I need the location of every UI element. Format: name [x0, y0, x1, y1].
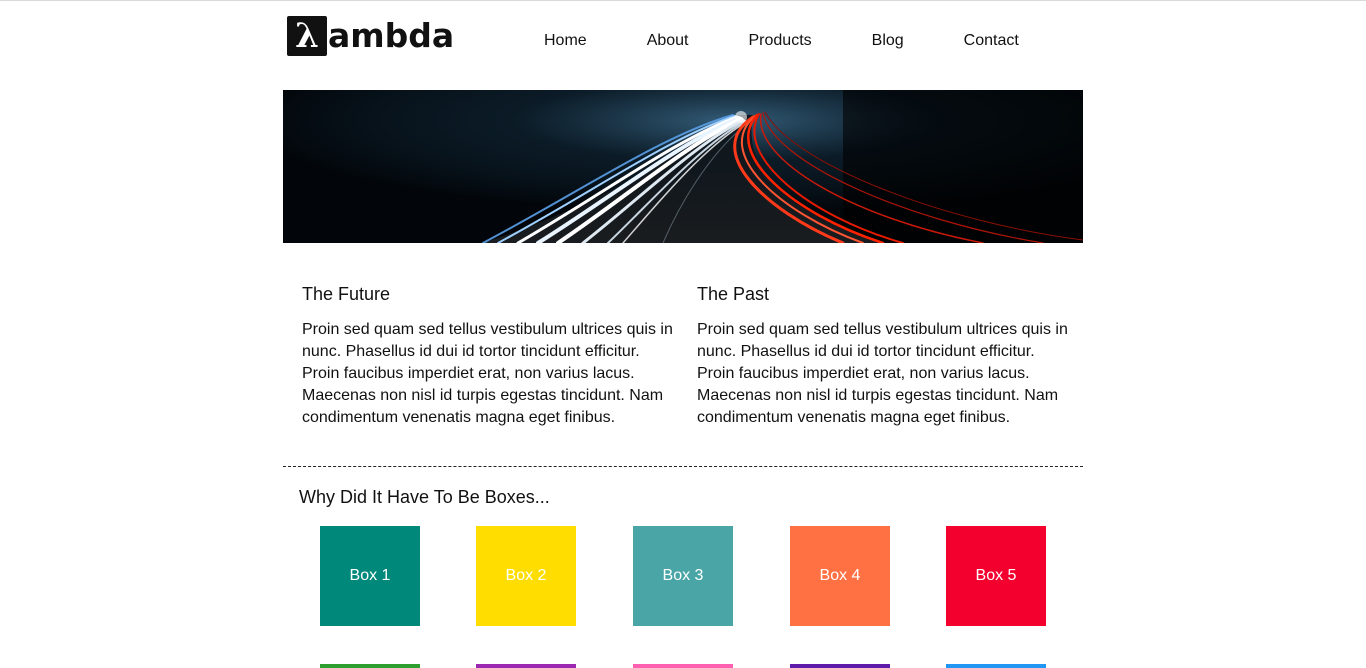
nav-home[interactable]: Home	[544, 31, 587, 51]
box-8-top-edge	[633, 664, 733, 668]
box-6-top-edge	[320, 664, 420, 668]
nav-about[interactable]: About	[647, 31, 689, 51]
box-label: Box 5	[975, 567, 1017, 584]
box-9-top-edge	[790, 664, 890, 668]
dashed-divider	[283, 466, 1083, 467]
column-body: Proin sed quam sed tellus vestibulum ult…	[697, 321, 1068, 426]
box-label: Box 4	[819, 567, 861, 584]
column-title: The Past	[697, 284, 770, 304]
content-columns: The Future Proin sed quam sed tellus ves…	[302, 283, 1072, 429]
boxes-section-title: Why Did It Have To Be Boxes...	[299, 487, 550, 507]
box-3: Box 3	[633, 526, 733, 626]
box-10-top-edge	[946, 664, 1046, 668]
column-past: The Past Proin sed quam sed tellus vesti…	[697, 283, 1072, 429]
lambda-logo[interactable]: λ ambda	[287, 15, 454, 56]
hero-image-light-trails	[283, 90, 1083, 243]
column-title: The Future	[302, 284, 391, 304]
box-1: Box 1	[320, 526, 420, 626]
hero-light-trails-graphic	[283, 90, 1083, 243]
box-4: Box 4	[790, 526, 890, 626]
main-nav: Home About Products Blog Contact	[529, 31, 1019, 51]
box-label: Box 1	[349, 567, 391, 584]
nav-products[interactable]: Products	[749, 31, 812, 51]
box-7-top-edge	[476, 664, 576, 668]
column-body: Proin sed quam sed tellus vestibulum ult…	[302, 321, 673, 426]
page-container: λ ambda Home About Products Blog Contact	[283, 0, 1083, 668]
nav-blog[interactable]: Blog	[872, 31, 904, 51]
box-label: Box 2	[505, 567, 547, 584]
box-2: Box 2	[476, 526, 576, 626]
site-header: λ ambda Home About Products Blog Contact	[283, 0, 1083, 90]
lambda-logo-mark: λ	[287, 15, 327, 56]
nav-contact[interactable]: Contact	[964, 31, 1019, 51]
box-5: Box 5	[946, 526, 1046, 626]
box-label: Box 3	[662, 567, 704, 584]
column-future: The Future Proin sed quam sed tellus ves…	[302, 283, 677, 429]
lambda-logo-text: ambda	[328, 15, 455, 55]
